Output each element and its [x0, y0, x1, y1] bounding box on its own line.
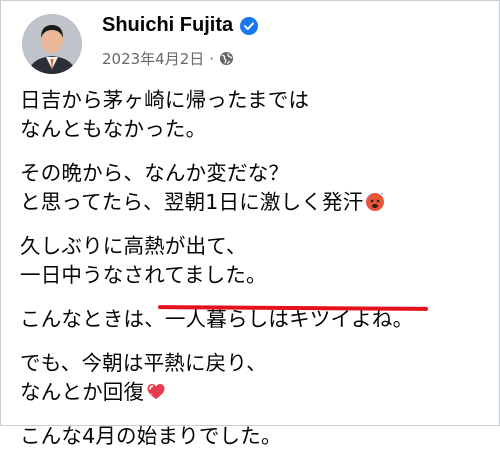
verified-badge-icon [240, 16, 259, 35]
post-paragraph: 久しぶりに高熱が出て、 一日中うなされてました。 [20, 232, 486, 290]
author-name[interactable]: Shuichi Fujita [102, 14, 233, 37]
avatar-portrait [22, 14, 82, 74]
post-text: なんとか回復 [20, 380, 145, 404]
post-text-line: その晩から、なんか変だな？ [20, 161, 290, 185]
post-date[interactable]: 2023年4月2日 [102, 48, 204, 69]
post-paragraph: こんな4月の始まりでした。 [20, 422, 486, 451]
post-text-line-with-emoji: と思ってたら、翌朝1日に激しく発汗 [20, 188, 486, 217]
post-text-line: なんともなかった。 [20, 117, 207, 141]
post-text-line: 久しぶりに高熱が出て、 [20, 234, 247, 258]
globe-icon[interactable] [219, 51, 234, 66]
author-avatar[interactable] [22, 14, 82, 74]
post-text-line: でも、今朝は平熱に戻り、 [20, 351, 267, 375]
post-text: と思ってたら、翌朝1日に激しく発汗 [20, 190, 364, 214]
post-text-line-with-emoji: なんとか回復 [20, 378, 486, 407]
post-text-line: 一日中うなされてました。 [20, 263, 267, 287]
post-text-line: 日吉から茅ヶ崎に帰ったまでは [20, 88, 310, 112]
post-paragraph: でも、今朝は平熱に戻り、 なんとか回復 [20, 349, 486, 407]
meta-separator: · [209, 49, 215, 68]
post-body: 日吉から茅ヶ崎に帰ったまでは なんともなかった。 その晩から、なんか変だな？ と… [20, 86, 486, 466]
post-text-line: こんな4月の始まりでした。 [20, 424, 282, 448]
sweating-face-emoji-icon [364, 190, 386, 212]
post-paragraph: 日吉から茅ヶ崎に帰ったまでは なんともなかった。 [20, 86, 486, 144]
heart-emoji-icon [145, 380, 167, 402]
post-paragraph: その晩から、なんか変だな？ と思ってたら、翌朝1日に激しく発汗 [20, 159, 486, 217]
